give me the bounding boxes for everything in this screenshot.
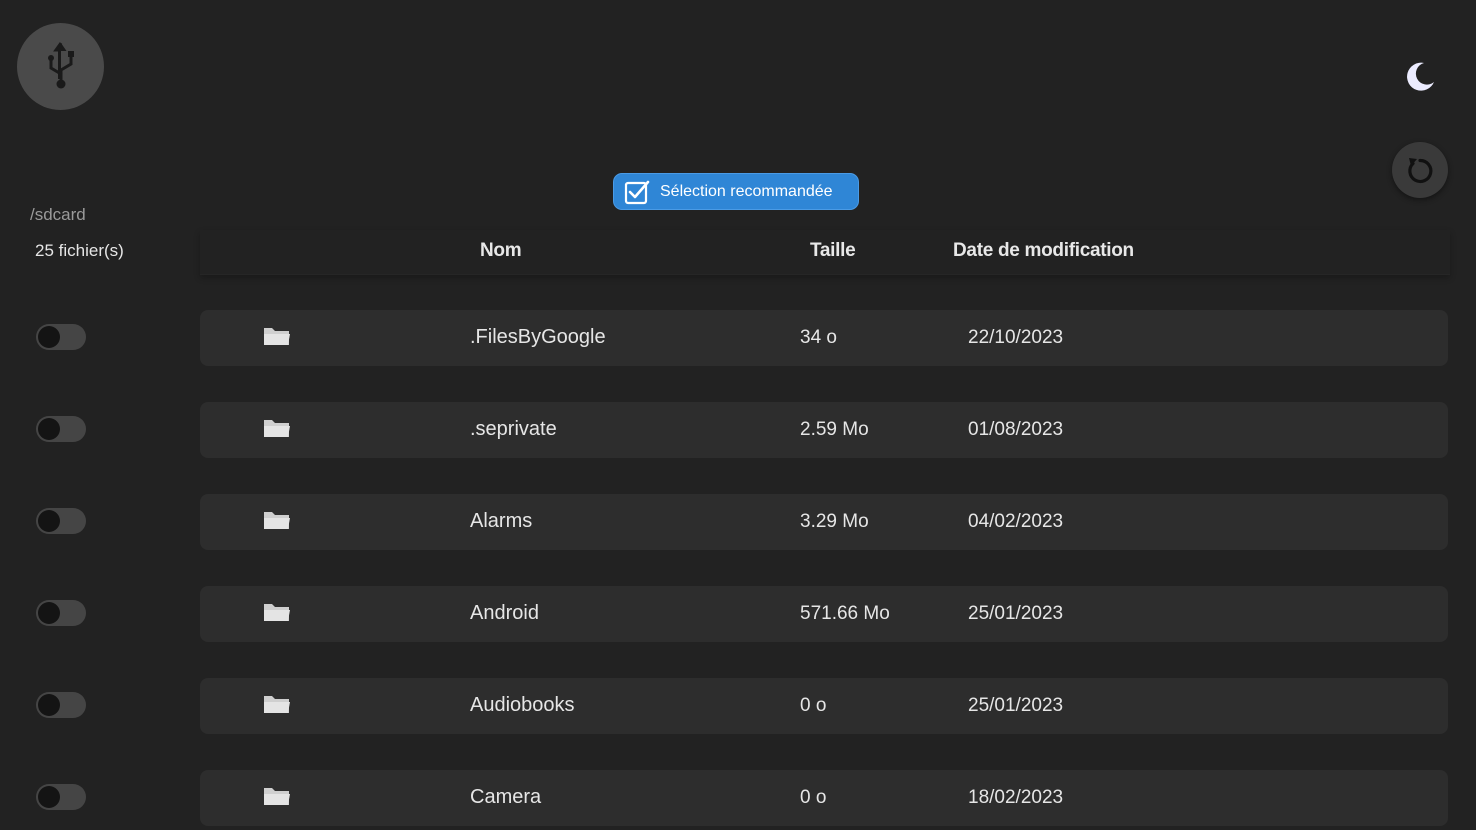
recommended-selection-button[interactable]: Sélection recommandée bbox=[613, 173, 859, 210]
file-date: 25/01/2023 bbox=[968, 603, 1064, 624]
refresh-icon bbox=[1408, 158, 1433, 184]
file-list: .FilesByGoogle 34 o 22/10/2023 .seprivat… bbox=[0, 0, 1476, 830]
file-row-card[interactable]: Alarms 3.29 Mo 04/02/2023 bbox=[200, 494, 1448, 550]
file-date: 18/02/2023 bbox=[968, 787, 1064, 808]
toggle-knob bbox=[38, 510, 60, 532]
file-size: 2.59 Mo bbox=[800, 419, 869, 440]
file-row: .FilesByGoogle 34 o 22/10/2023 bbox=[0, 310, 1476, 366]
file-size: 3.29 Mo bbox=[800, 511, 869, 532]
moon-icon bbox=[1407, 62, 1434, 91]
file-row-card[interactable]: Camera 0 o 18/02/2023 bbox=[200, 770, 1448, 826]
toggle-knob bbox=[38, 602, 60, 624]
column-header-name[interactable]: Nom bbox=[480, 240, 522, 262]
select-toggle[interactable] bbox=[36, 508, 86, 534]
current-path: /sdcard bbox=[30, 205, 86, 224]
file-date: 01/08/2023 bbox=[968, 419, 1064, 440]
file-row-card[interactable]: Audiobooks 0 o 25/01/2023 bbox=[200, 678, 1448, 734]
file-name: Camera bbox=[470, 786, 542, 808]
file-size: 0 o bbox=[800, 787, 827, 808]
column-header-date[interactable]: Date de modification bbox=[953, 240, 1134, 262]
file-row-card[interactable]: .FilesByGoogle 34 o 22/10/2023 bbox=[200, 310, 1448, 366]
select-toggle[interactable] bbox=[36, 324, 86, 350]
select-toggle[interactable] bbox=[36, 692, 86, 718]
toggle-knob bbox=[38, 326, 60, 348]
folder-icon bbox=[264, 328, 290, 345]
usb-button[interactable] bbox=[17, 23, 104, 110]
file-row: .seprivate 2.59 Mo 01/08/2023 bbox=[0, 402, 1476, 458]
file-row-card[interactable]: .seprivate 2.59 Mo 01/08/2023 bbox=[200, 402, 1448, 458]
file-row-card[interactable]: Android 571.66 Mo 25/01/2023 bbox=[200, 586, 1448, 642]
file-date: 25/01/2023 bbox=[968, 695, 1064, 716]
file-name: Android bbox=[470, 602, 539, 624]
select-toggle[interactable] bbox=[36, 784, 86, 810]
file-date: 04/02/2023 bbox=[968, 511, 1064, 532]
folder-icon bbox=[264, 420, 290, 437]
file-row: Audiobooks 0 o 25/01/2023 bbox=[0, 678, 1476, 734]
file-size: 34 o bbox=[800, 327, 837, 348]
recommended-selection-label: Sélection recommandée bbox=[660, 182, 833, 200]
file-browser-page: Sélection recommandée /sdcard 25 fichier… bbox=[0, 0, 1476, 830]
theme-toggle-button[interactable] bbox=[1400, 56, 1440, 96]
toggle-knob bbox=[38, 694, 60, 716]
checkbox-icon bbox=[624, 180, 650, 204]
column-header-size[interactable]: Taille bbox=[810, 240, 856, 262]
select-toggle[interactable] bbox=[36, 600, 86, 626]
toggle-knob bbox=[38, 418, 60, 440]
file-name: Audiobooks bbox=[470, 694, 575, 716]
file-name: .seprivate bbox=[470, 418, 557, 440]
file-name: .FilesByGoogle bbox=[470, 326, 606, 348]
select-toggle[interactable] bbox=[36, 416, 86, 442]
file-row: Camera 0 o 18/02/2023 bbox=[0, 770, 1476, 826]
folder-icon bbox=[264, 696, 290, 713]
file-row: Android 571.66 Mo 25/01/2023 bbox=[0, 586, 1476, 642]
folder-icon bbox=[264, 604, 290, 621]
refresh-button[interactable] bbox=[1392, 142, 1448, 198]
folder-icon bbox=[264, 512, 290, 529]
file-date: 22/10/2023 bbox=[968, 327, 1064, 348]
file-size: 571.66 Mo bbox=[800, 603, 890, 624]
toggle-knob bbox=[38, 786, 60, 808]
folder-icon bbox=[264, 788, 290, 805]
file-row: Alarms 3.29 Mo 04/02/2023 bbox=[0, 494, 1476, 550]
file-count: 25 fichier(s) bbox=[35, 241, 124, 260]
usb-icon bbox=[47, 41, 74, 88]
file-size: 0 o bbox=[800, 695, 827, 716]
file-name: Alarms bbox=[470, 510, 533, 532]
